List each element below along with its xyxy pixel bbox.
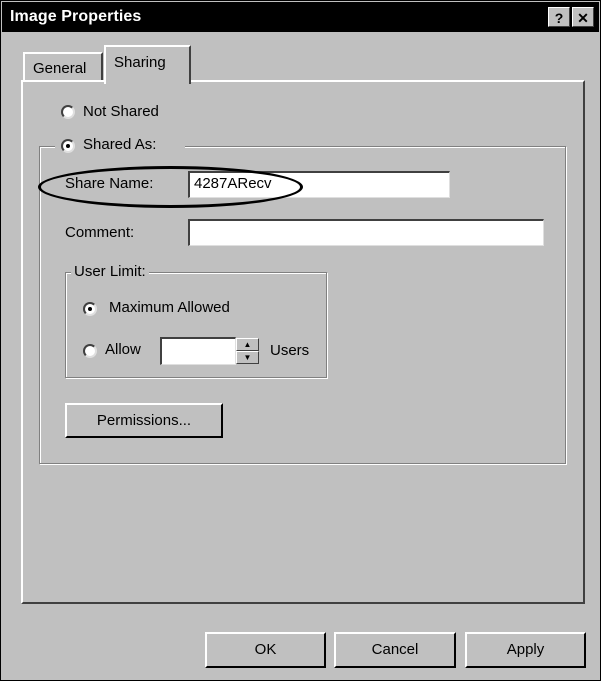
tab-sharing[interactable]: Sharing <box>104 45 191 84</box>
maximum-allowed-label[interactable]: Maximum Allowed <box>109 299 230 316</box>
title-bar: Image Properties ? ✕ <box>2 2 599 32</box>
user-limit-legend: User Limit: <box>71 263 149 280</box>
tab-general[interactable]: General <box>23 52 103 82</box>
cancel-button[interactable]: Cancel <box>334 632 456 668</box>
spin-up-button[interactable]: ▲ <box>236 338 259 351</box>
share-name-highlight-ellipse <box>38 166 303 208</box>
allow-users-spinner: ▲ ▼ <box>236 338 259 364</box>
comment-input[interactable] <box>188 219 544 246</box>
allow-label[interactable]: Allow <box>105 341 141 358</box>
users-label: Users <box>270 342 310 359</box>
not-shared-label[interactable]: Not Shared <box>83 103 159 120</box>
maximum-allowed-radio[interactable] <box>83 302 97 316</box>
shared-as-label[interactable]: Shared As: <box>83 136 156 153</box>
apply-button[interactable]: Apply <box>465 632 586 668</box>
allow-users-input[interactable] <box>160 337 236 365</box>
shared-as-radio[interactable] <box>61 139 75 153</box>
allow-radio[interactable] <box>83 344 97 358</box>
close-button[interactable]: ✕ <box>572 7 594 27</box>
comment-label: Comment: <box>65 224 135 241</box>
spin-down-button[interactable]: ▼ <box>236 351 259 364</box>
permissions-button[interactable]: Permissions... <box>65 403 223 438</box>
help-button[interactable]: ? <box>548 7 570 27</box>
ok-button[interactable]: OK <box>205 632 326 668</box>
image-properties-dialog: Image Properties ? ✕ General Sharing Not… <box>0 0 601 681</box>
window-title: Image Properties <box>10 8 142 25</box>
not-shared-radio[interactable] <box>61 105 75 119</box>
